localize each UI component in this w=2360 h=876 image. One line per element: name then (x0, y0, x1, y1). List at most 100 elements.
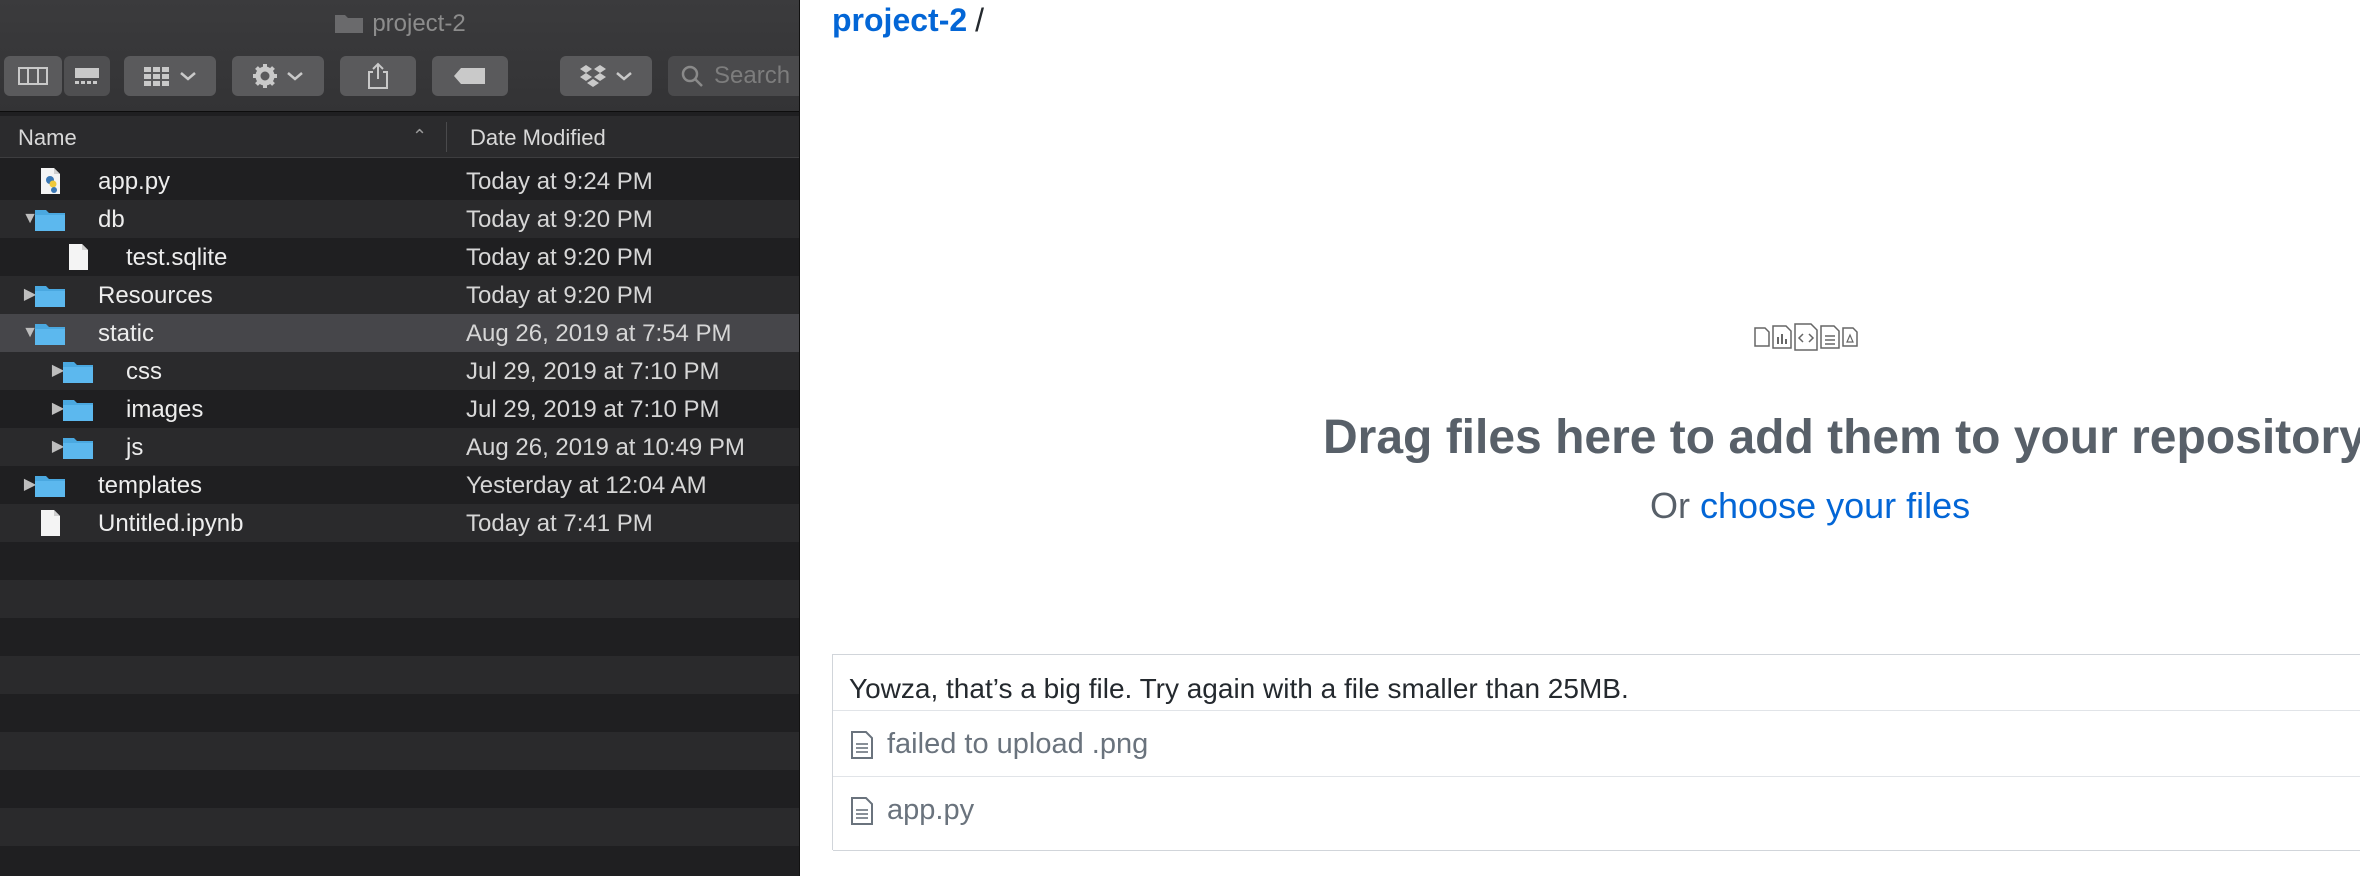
file-list: app.py Today at 9:24 PM ▼ db Today at 9:20 P… (0, 162, 799, 846)
chevron-down-icon (616, 72, 632, 81)
choose-prefix: Or (1650, 485, 1690, 526)
file-name: js (126, 434, 144, 461)
window-title-text: project-2 (372, 10, 466, 37)
file-row-db[interactable]: ▼ db Today at 9:20 PM (0, 200, 799, 238)
file-name: Untitled.ipynb (98, 510, 244, 537)
empty-row (0, 580, 799, 618)
empty-row (0, 656, 799, 694)
finder-window: project-2 Search Name ⌃ Date Modified ap… (0, 0, 800, 876)
text-file-icon (1820, 325, 1840, 349)
file-date-modified: Jul 29, 2019 at 7:10 PM (466, 358, 720, 385)
document-icon (62, 243, 94, 271)
window-title: project-2 (0, 10, 799, 38)
upload-file-row: app.py (833, 776, 2360, 842)
python-file-icon (34, 167, 66, 195)
file-row-static[interactable]: ▼ static Aug 26, 2019 at 7:54 PM (0, 314, 799, 352)
panel-divider (833, 850, 2360, 851)
gallery-view-button[interactable] (64, 56, 110, 96)
breadcrumb-separator: / (975, 2, 985, 38)
file-date-modified: Today at 9:20 PM (466, 244, 653, 271)
upload-file-row: failed to upload .png (833, 710, 2360, 776)
empty-row (0, 732, 799, 770)
file-row-css[interactable]: ▶ css Jul 29, 2019 at 7:10 PM (0, 352, 799, 390)
empty-row (0, 770, 799, 808)
file-date-modified: Aug 26, 2019 at 10:49 PM (466, 434, 745, 461)
name-column-header[interactable]: Name (18, 125, 77, 151)
upload-file-label: app.py (887, 794, 975, 826)
share-icon (368, 62, 388, 89)
file-date-modified: Yesterday at 12:04 AM (466, 472, 707, 499)
chart-file-icon (1772, 325, 1792, 349)
dropbox-icon (580, 65, 606, 87)
file-date-modified: Today at 7:41 PM (466, 510, 653, 537)
file-name: css (126, 358, 162, 385)
column-divider[interactable] (446, 122, 447, 152)
file-row-test-sqlite[interactable]: test.sqlite Today at 9:20 PM (0, 238, 799, 276)
folder-icon (62, 433, 94, 461)
tag-button[interactable] (432, 56, 508, 96)
file-date-modified: Today at 9:20 PM (466, 206, 653, 233)
folder-icon (62, 357, 94, 385)
folder-icon (34, 319, 66, 347)
dropbox-button[interactable] (560, 56, 652, 96)
code-file-icon (1794, 323, 1818, 351)
upload-page: project-2/ Drag files here to add them t… (800, 0, 2360, 876)
file-row-untitled-ipynb[interactable]: Untitled.ipynb Today at 7:41 PM (0, 504, 799, 542)
file-size-error-message: Yowza, that’s a big file. Try again with… (849, 673, 1629, 704)
file-name: test.sqlite (126, 244, 228, 271)
file-types-illustration (1754, 323, 1858, 351)
chevron-down-icon (180, 72, 196, 81)
upload-error-panel: Yowza, that’s a big file. Try again with… (832, 654, 2360, 851)
empty-row (0, 618, 799, 656)
file-date-modified: Jul 29, 2019 at 7:10 PM (466, 396, 720, 423)
file-name: Resources (98, 282, 213, 309)
choose-files-line: Or choose your files (1650, 485, 1970, 527)
folder-icon (62, 395, 94, 423)
drag-files-heading: Drag files here to add them to your repo… (1323, 411, 2360, 464)
share-button[interactable] (340, 56, 416, 96)
file-name: templates (98, 472, 203, 499)
group-by-button[interactable] (124, 56, 216, 96)
finder-toolbar: project-2 Search (0, 0, 799, 112)
file-date-modified: Today at 9:20 PM (466, 282, 653, 309)
tag-icon (454, 68, 485, 84)
file-name: images (126, 396, 204, 423)
file-row-app-py[interactable]: app.py Today at 9:24 PM (0, 162, 799, 200)
pdf-file-icon (1842, 327, 1858, 347)
file-date-modified: Today at 9:24 PM (466, 168, 653, 195)
gallery-icon (75, 68, 99, 84)
file-icon (851, 731, 873, 759)
upload-file-label: failed to upload .png (887, 728, 1149, 760)
choose-files-link[interactable]: choose your files (1700, 485, 1970, 526)
empty-row (0, 542, 799, 580)
file-row-templates[interactable]: ▶ templates Yesterday at 12:04 AM (0, 466, 799, 504)
search-icon (681, 65, 703, 87)
chevron-down-icon (287, 72, 303, 81)
gear-icon (253, 64, 277, 88)
folder-icon (34, 471, 66, 499)
folder-icon (34, 205, 66, 233)
search-placeholder: Search (714, 62, 791, 89)
file-row-resources[interactable]: ▶ Resources Today at 9:20 PM (0, 276, 799, 314)
columns-icon (18, 67, 48, 85)
file-name: app.py (98, 168, 171, 195)
file-name: static (98, 320, 155, 347)
search-input[interactable]: Search (668, 56, 799, 96)
grid-icon (144, 67, 169, 86)
folder-icon (34, 281, 66, 309)
column-header: Name ⌃ Date Modified (0, 116, 799, 158)
file-date-modified: Aug 26, 2019 at 7:54 PM (466, 320, 732, 347)
document-icon (1754, 327, 1770, 347)
file-row-images[interactable]: ▶ images Jul 29, 2019 at 7:10 PM (0, 390, 799, 428)
date-modified-column-header[interactable]: Date Modified (470, 125, 606, 151)
column-view-button[interactable] (4, 56, 62, 96)
file-icon (851, 797, 873, 825)
action-button[interactable] (232, 56, 324, 96)
sort-ascending-icon: ⌃ (412, 126, 428, 146)
file-name: db (98, 206, 125, 233)
document-icon (34, 509, 66, 537)
repo-link[interactable]: project-2 (832, 2, 967, 38)
empty-row (0, 694, 799, 732)
breadcrumb: project-2/ (832, 2, 984, 39)
file-row-js[interactable]: ▶ js Aug 26, 2019 at 10:49 PM (0, 428, 799, 466)
